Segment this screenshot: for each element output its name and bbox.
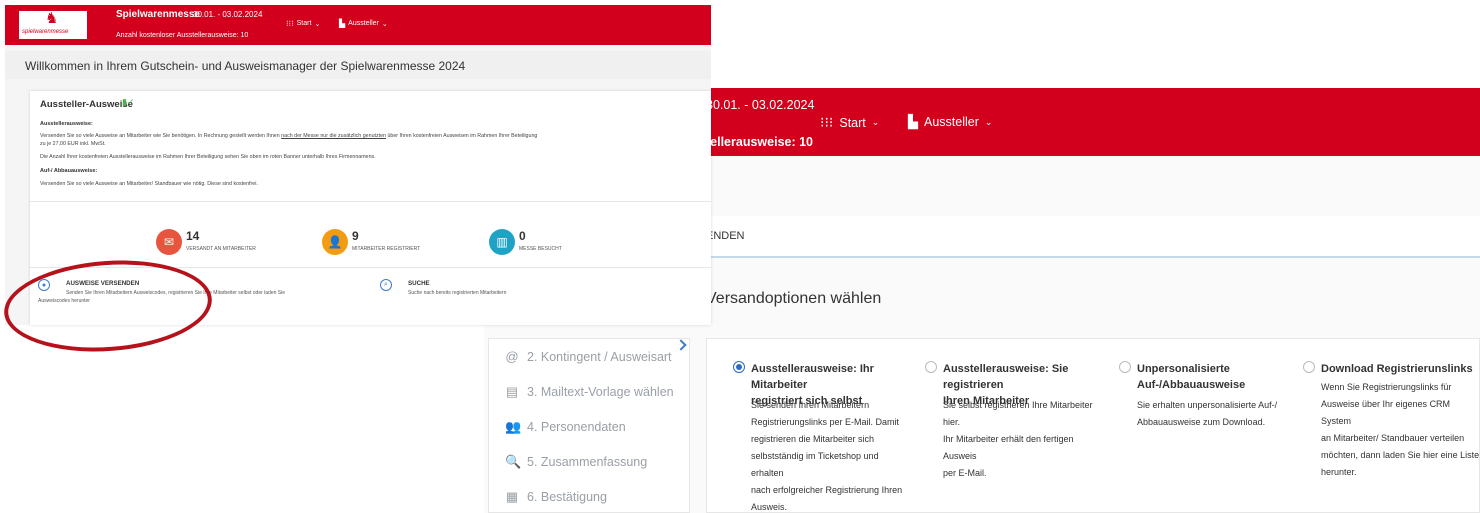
nav-start-menu[interactable]: ⁝⁝⁝ Start ⌄	[286, 19, 320, 28]
info-text: Versenden Sie so viele Ausweise an Mitar…	[40, 181, 258, 187]
welcome-bar: Willkommen in Ihrem Gutschein- und Auswe…	[5, 51, 711, 79]
radio-selected[interactable]	[733, 361, 745, 373]
company-title: Spielwarenmesse	[116, 9, 200, 20]
option-description: Sie selbst registrieren Ihre Mitarbeiter…	[943, 400, 1093, 478]
nav-aussteller-menu[interactable]: ▙ Aussteller ⌄	[339, 19, 388, 28]
nav-start-label: Start	[839, 115, 866, 130]
building-icon: ▙	[339, 19, 346, 28]
radio-unselected[interactable]	[1303, 361, 1315, 373]
nav-aussteller-label: Aussteller	[924, 115, 979, 129]
building-icon: ▥	[489, 229, 515, 255]
exhibitor-passes-card: Aussteller-Ausweise ▮✓ Ausstellerausweis…	[30, 91, 711, 325]
front-window: ♞ spielwarenmesse Spielwarenmesse 30.01.…	[5, 5, 711, 325]
step-label: 3. Mailtext-Vorlage wählen	[527, 385, 674, 399]
option-description: Wenn Sie Registrierungslinks für Ausweis…	[1321, 382, 1480, 477]
building-icon: ▙	[908, 114, 918, 129]
search-icon: 🔍	[505, 454, 522, 469]
event-date: 30.01. - 03.02.2024	[706, 98, 815, 112]
wizard-step-4[interactable]: 👥 4. Personendaten	[505, 419, 626, 435]
info-text: Die Anzahl Ihrer kostenfreien Aussteller…	[40, 154, 376, 160]
nav-aussteller-label: Aussteller	[348, 20, 379, 27]
wizard-step-3[interactable]: ▤ 3. Mailtext-Vorlage wählen	[505, 384, 674, 400]
header-banner: ♞ spielwarenmesse Spielwarenmesse 30.01.…	[5, 5, 711, 45]
section-heading: Auf-/ Abbauausweise:	[40, 168, 98, 174]
wizard-steps: @ 2. Kontingent / Ausweisart ▤ 3. Mailte…	[488, 338, 690, 513]
chevron-right-icon	[675, 339, 687, 351]
wizard-step-2[interactable]: @ 2. Kontingent / Ausweisart	[505, 349, 672, 364]
people-icon: 👥	[505, 419, 522, 434]
option-title: Unpersonalisierte Auf-/Abbauausweise	[1137, 363, 1246, 391]
option-description: Sie erhalten unpersonalisierte Auf-/ Abb…	[1137, 400, 1278, 427]
free-pass-count: tellerausweise: 10	[706, 135, 814, 149]
chevron-down-icon: ⌄	[984, 116, 993, 127]
search-icon: ⌕	[380, 279, 392, 291]
option-title: Download Registrierunslinks	[1321, 363, 1473, 375]
pass-status-icon: ▮✓	[122, 97, 135, 107]
envelope-icon: ✉	[156, 229, 182, 255]
event-date: 30.01. - 03.02.2024	[193, 10, 263, 19]
billing-link[interactable]: nach der Messe nur die zusätzlich genutz…	[281, 133, 386, 139]
shipping-options: Ausstellerausweise: Ihr Mitarbeiter regi…	[706, 338, 1480, 513]
nav-aussteller-menu[interactable]: ▙ Aussteller ⌄	[908, 114, 992, 130]
grid-icon: ⁝⁝⁝	[820, 114, 834, 130]
section-heading: Ausstellerausweise:	[40, 121, 93, 127]
step-label: 6. Bestätigung	[527, 490, 607, 504]
free-pass-count: Anzahl kostenloser Ausstellerausweise: 1…	[116, 32, 249, 39]
grid-icon: ⁝⁝⁝	[286, 19, 294, 28]
spielwarenmesse-logo[interactable]: ♞ spielwarenmesse	[19, 10, 87, 39]
card-title: Aussteller-Ausweise	[40, 99, 133, 110]
radio-unselected[interactable]	[1119, 361, 1131, 373]
chevron-down-icon: ⌄	[381, 20, 388, 28]
user-add-icon: 👤	[322, 229, 348, 255]
nav-start-menu[interactable]: ⁝⁝⁝ Start ⌄	[820, 114, 879, 131]
mail-template-icon: ▤	[505, 384, 519, 399]
info-text: Versenden Sie so viele Ausweise an Mitar…	[40, 133, 538, 139]
calendar-icon: ▦	[505, 489, 519, 504]
tab-versenden[interactable]: ENDEN	[706, 230, 745, 242]
step-label: 2. Kontingent / Ausweisart	[527, 349, 672, 364]
welcome-heading: Willkommen in Ihrem Gutschein- und Auswe…	[25, 59, 466, 73]
at-icon: @	[505, 349, 519, 364]
chevron-down-icon: ⌄	[871, 117, 880, 127]
wizard-step-6[interactable]: ▦ 6. Bestätigung	[505, 489, 607, 505]
wizard-step-5[interactable]: 🔍 5. Zusammenfassung	[505, 454, 647, 470]
user-icon: ●	[38, 279, 50, 291]
option-description: Sie senden Ihren Mitarbeitern Registrier…	[751, 400, 903, 512]
nav-start-label: Start	[296, 20, 312, 27]
step-label: 4. Personendaten	[527, 420, 626, 434]
page-title: Versandoptionen wählen	[706, 290, 882, 307]
step-label: 5. Zusammenfassung	[527, 455, 648, 469]
radio-unselected[interactable]	[925, 361, 937, 373]
divider	[30, 267, 711, 268]
chevron-down-icon: ⌄	[314, 20, 321, 28]
rocking-horse-icon: ♞	[45, 10, 59, 27]
divider	[30, 201, 711, 202]
info-text: zu je 27,00 EUR inkl. MwSt.	[40, 141, 106, 147]
